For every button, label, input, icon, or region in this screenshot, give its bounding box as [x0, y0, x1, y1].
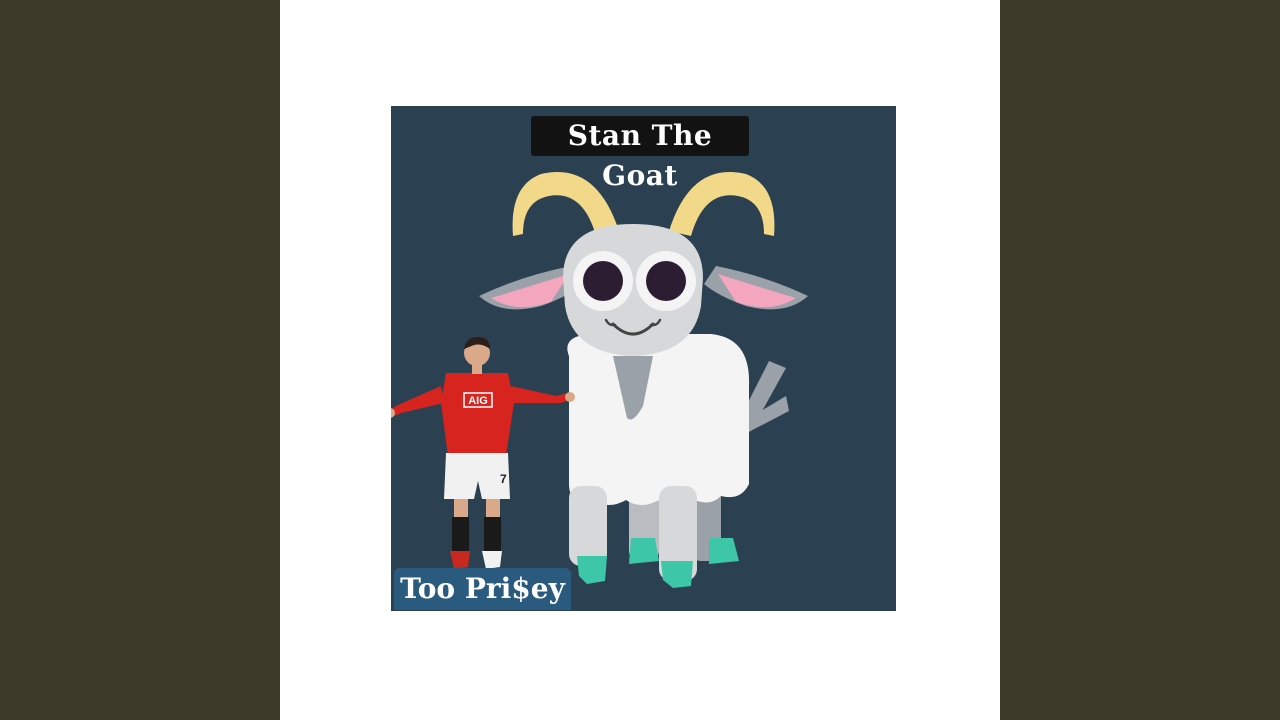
letterbox-left — [0, 0, 280, 720]
letterbox-right — [1000, 0, 1280, 720]
artist-name: Too Pri$ey — [394, 568, 571, 610]
album-cover: AIG 7 Stan The Goat Too Pri$ey — [391, 106, 896, 611]
album-title: Stan The Goat — [531, 116, 749, 192]
footballer-icon: AIG 7 — [391, 337, 575, 569]
jersey-number-text: 7 — [500, 472, 507, 486]
jersey-sponsor-text: AIG — [468, 395, 488, 407]
